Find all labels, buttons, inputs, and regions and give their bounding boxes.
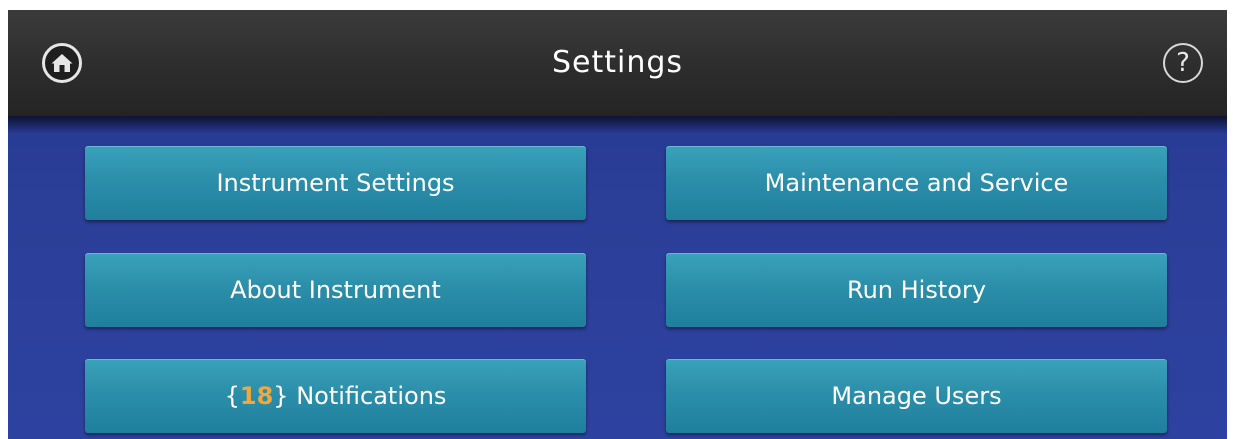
about-instrument-label: About Instrument [230,276,441,304]
header-shadow [8,116,1227,134]
settings-screen: Settings ? Instrument Settings Maintenan… [8,10,1227,439]
maintenance-and-service-button[interactable]: Maintenance and Service [666,146,1167,220]
instrument-settings-button[interactable]: Instrument Settings [85,146,586,220]
help-icon: ? [1176,48,1190,78]
header-bar: Settings ? [8,10,1227,116]
notifications-close-brace: } [273,382,289,410]
manage-users-button[interactable]: Manage Users [666,359,1167,433]
notifications-open-brace: { [224,382,240,410]
maintenance-and-service-label: Maintenance and Service [764,169,1069,197]
help-button[interactable]: ? [1163,43,1203,83]
notifications-label: Notifications [288,382,447,410]
manage-users-label: Manage Users [831,382,1002,410]
instrument-settings-label: Instrument Settings [216,169,455,197]
notifications-button[interactable]: {18} Notifications [85,359,586,433]
run-history-label: Run History [846,276,987,304]
home-button[interactable] [42,43,82,83]
home-icon [51,54,73,72]
run-history-button[interactable]: Run History [666,253,1167,327]
notifications-count-badge: 18 [239,382,274,410]
about-instrument-button[interactable]: About Instrument [85,253,586,327]
page-title: Settings [551,45,684,80]
